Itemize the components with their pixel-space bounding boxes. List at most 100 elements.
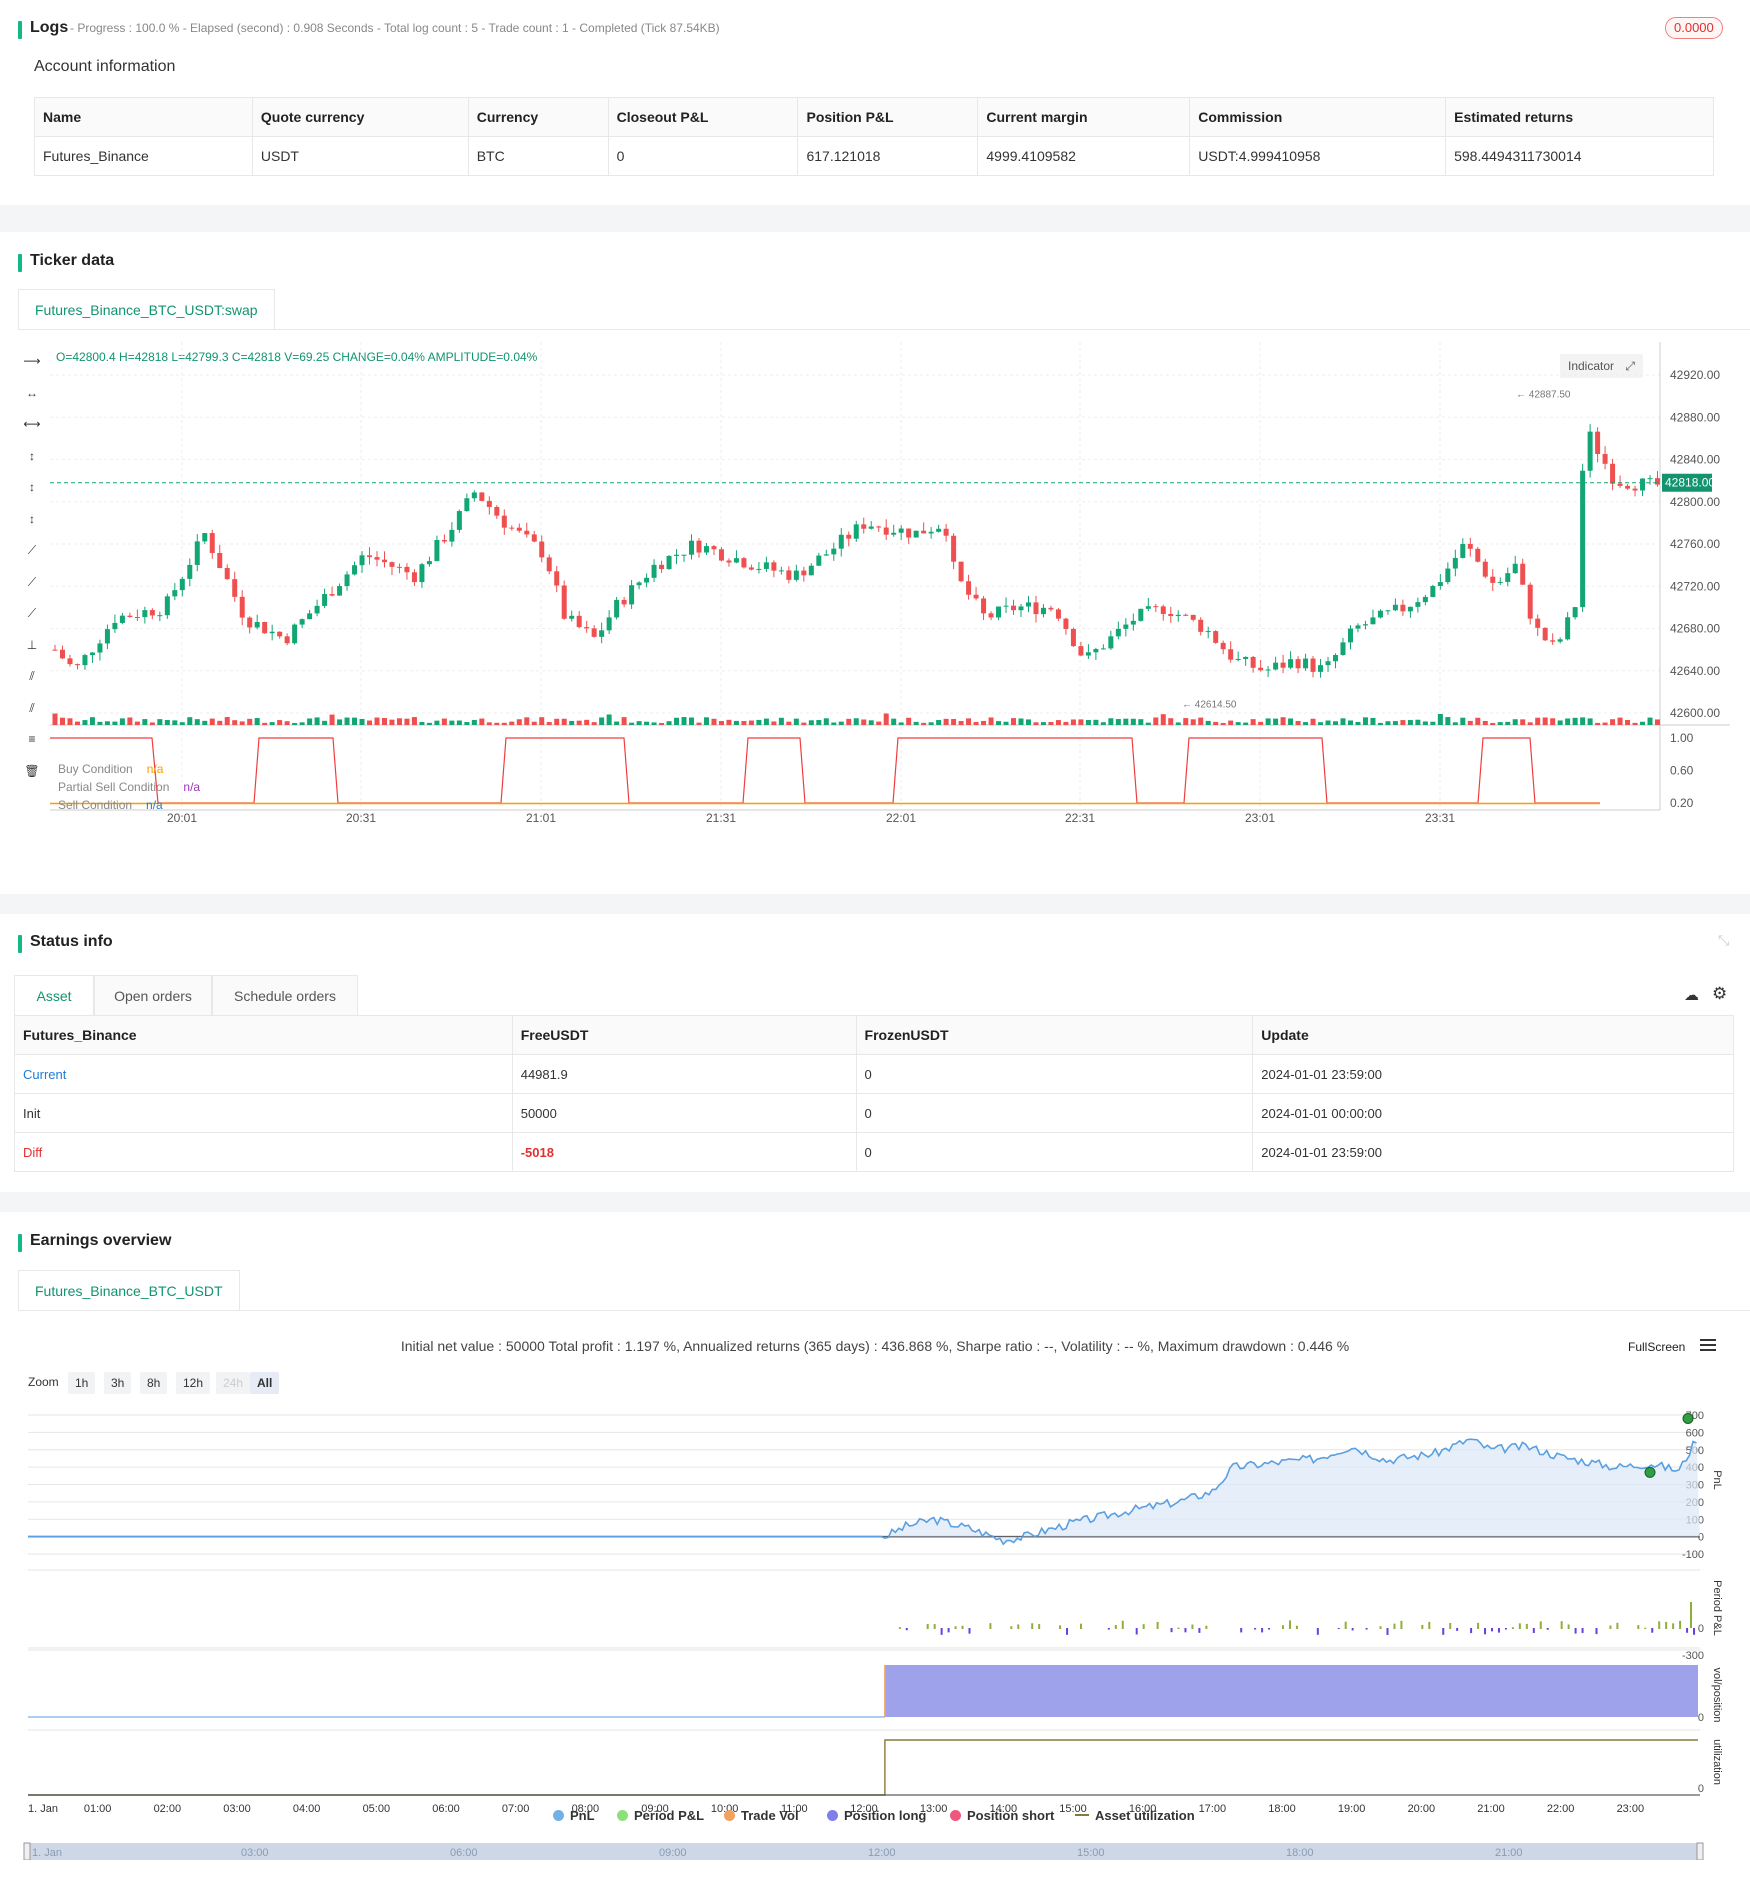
volume-bar [696, 722, 702, 725]
volume-bar [1355, 721, 1361, 725]
volume-bar [973, 721, 979, 725]
account-col-header: Quote currency [251, 97, 469, 137]
candle-body [1213, 631, 1219, 643]
earnings-summary: Initial net value : 50000 Total profit :… [400, 1338, 1350, 1354]
candle-body [104, 629, 110, 644]
zoom-1h-button[interactable]: 1h [68, 1372, 96, 1394]
tab-schedule-orders[interactable]: Schedule orders [212, 975, 358, 1015]
candle-body [52, 649, 58, 651]
candle-body [254, 622, 260, 628]
status-panel: Status info ⤡ Asset Open orders Schedule o… [0, 914, 1750, 1192]
volume-bar [876, 721, 882, 725]
account-row: Futures_Binance USDT BTC 0 617.121018 4999.41… [34, 136, 1714, 176]
navigator-tick-label: 12:00 [868, 1847, 896, 1859]
asset-cell-label: Init [14, 1093, 513, 1133]
candle-body [1108, 636, 1114, 649]
volume-bar [82, 720, 88, 725]
candle-body [1018, 606, 1024, 611]
candle-body [1243, 656, 1249, 659]
settings-gear-icon[interactable]: ⚙ [1712, 984, 1727, 1004]
period-pnl-bar [1637, 1625, 1640, 1629]
period-pnl-bar [1546, 1628, 1549, 1630]
candle-body [1520, 563, 1526, 585]
tab-asset[interactable]: Asset [14, 975, 94, 1015]
volume-bar [748, 720, 754, 725]
tab-open-orders[interactable]: Open orders [94, 975, 212, 1015]
zoom-24h-button[interactable]: 24h [216, 1372, 251, 1394]
ticker-title: Ticker data [18, 252, 114, 272]
navigator-right-handle[interactable] [1696, 1842, 1704, 1860]
volume-bar [97, 721, 103, 725]
zoom-3h-button[interactable]: 3h [104, 1372, 132, 1394]
legend-item-trade-vol[interactable]: Trade Vol [724, 1808, 799, 1823]
time-tick-label: 17:00 [1199, 1803, 1227, 1815]
volume-bar [1228, 720, 1234, 725]
tab-ticker-symbol[interactable]: Futures_Binance_BTC_USDT:swap [18, 289, 275, 329]
navigator-left-handle[interactable] [23, 1842, 31, 1860]
candle-body [1580, 470, 1586, 608]
indicator-legend-item[interactable]: Partial Sell Condition n/a [58, 778, 200, 796]
asset-cell-frozen: 0 [855, 1054, 1254, 1094]
legend-item-period-p-l[interactable]: Period P&L [617, 1808, 704, 1823]
legend-item-position-long[interactable]: Position long [827, 1808, 926, 1823]
legend-item-position-short[interactable]: Position short [950, 1808, 1054, 1823]
candle-body [1572, 607, 1578, 618]
candle-body [689, 540, 695, 555]
candle-body [367, 555, 373, 558]
indicator-legend-item[interactable]: Sell Condition n/a [58, 796, 200, 814]
volume-bar [1108, 718, 1114, 725]
zoom-12h-button[interactable]: 12h [176, 1372, 211, 1394]
menu-icon[interactable] [1700, 1336, 1716, 1354]
volume-bar [426, 722, 432, 725]
legend-item-pnl[interactable]: PnL [553, 1808, 595, 1823]
collapse-icon[interactable]: ⤡ [1718, 932, 1729, 949]
volume-bar [419, 721, 425, 725]
navigator-tick-label: 1. Jan [32, 1847, 62, 1859]
zoom-All-button[interactable]: All [250, 1372, 280, 1394]
period-pnl-bar [1518, 1623, 1521, 1629]
candle-body [1085, 652, 1091, 656]
navigator-tick-label: 03:00 [241, 1847, 269, 1859]
volume-bar [756, 719, 762, 725]
period-pnl-bar [1079, 1623, 1082, 1629]
candle-body [1310, 658, 1316, 672]
candle-body [1557, 639, 1563, 642]
candle-body [599, 630, 605, 637]
account-col-header: Commission [1189, 97, 1447, 137]
candle-body [733, 558, 739, 563]
volume-bar [314, 717, 320, 725]
pnl-max-marker [1682, 1412, 1694, 1424]
candle-body [651, 564, 657, 578]
candle-body [1333, 654, 1339, 662]
candle-body [1527, 584, 1533, 619]
fullscreen-button[interactable]: FullScreen [1628, 1340, 1685, 1354]
volume-bar [793, 718, 799, 725]
volume-bar [1407, 720, 1413, 725]
tab-earnings-symbol[interactable]: Futures_Binance_BTC_USDT [18, 1270, 240, 1310]
period-pnl-bar [1010, 1626, 1013, 1629]
zoom-8h-button[interactable]: 8h [140, 1372, 168, 1394]
price-tick-label: 42800.00 [1670, 495, 1720, 509]
volume-bar [1617, 717, 1623, 725]
volume-bar [59, 717, 65, 725]
candle-body [1422, 596, 1428, 603]
candle-body [973, 594, 979, 599]
volume-bar [1445, 717, 1451, 725]
cloud-download-icon[interactable]: ☁ [1684, 986, 1699, 1004]
time-tick-label: 22:00 [1547, 1803, 1575, 1815]
volume-bar [846, 718, 852, 725]
legend-item-asset-utilization[interactable]: Asset utilization [1075, 1808, 1195, 1823]
candle-body [67, 658, 73, 665]
pnl-area [28, 1439, 1700, 1545]
period-pnl-bar [1491, 1628, 1493, 1632]
candle-body [1610, 463, 1616, 484]
candle-body [1220, 642, 1226, 650]
indicator-legend-item[interactable]: Buy Condition n/a [58, 760, 200, 778]
navigator-track[interactable] [28, 1843, 1700, 1860]
volume-bar [179, 722, 185, 725]
logs-panel: Logs - Progress : 100.0 % - Elapsed (sec… [0, 0, 1750, 205]
period-pnl-bar [1449, 1623, 1452, 1629]
period-pnl-bar [1686, 1628, 1689, 1633]
period-pnl-bar [1240, 1628, 1243, 1633]
price-tick-label: 42880.00 [1670, 410, 1720, 424]
